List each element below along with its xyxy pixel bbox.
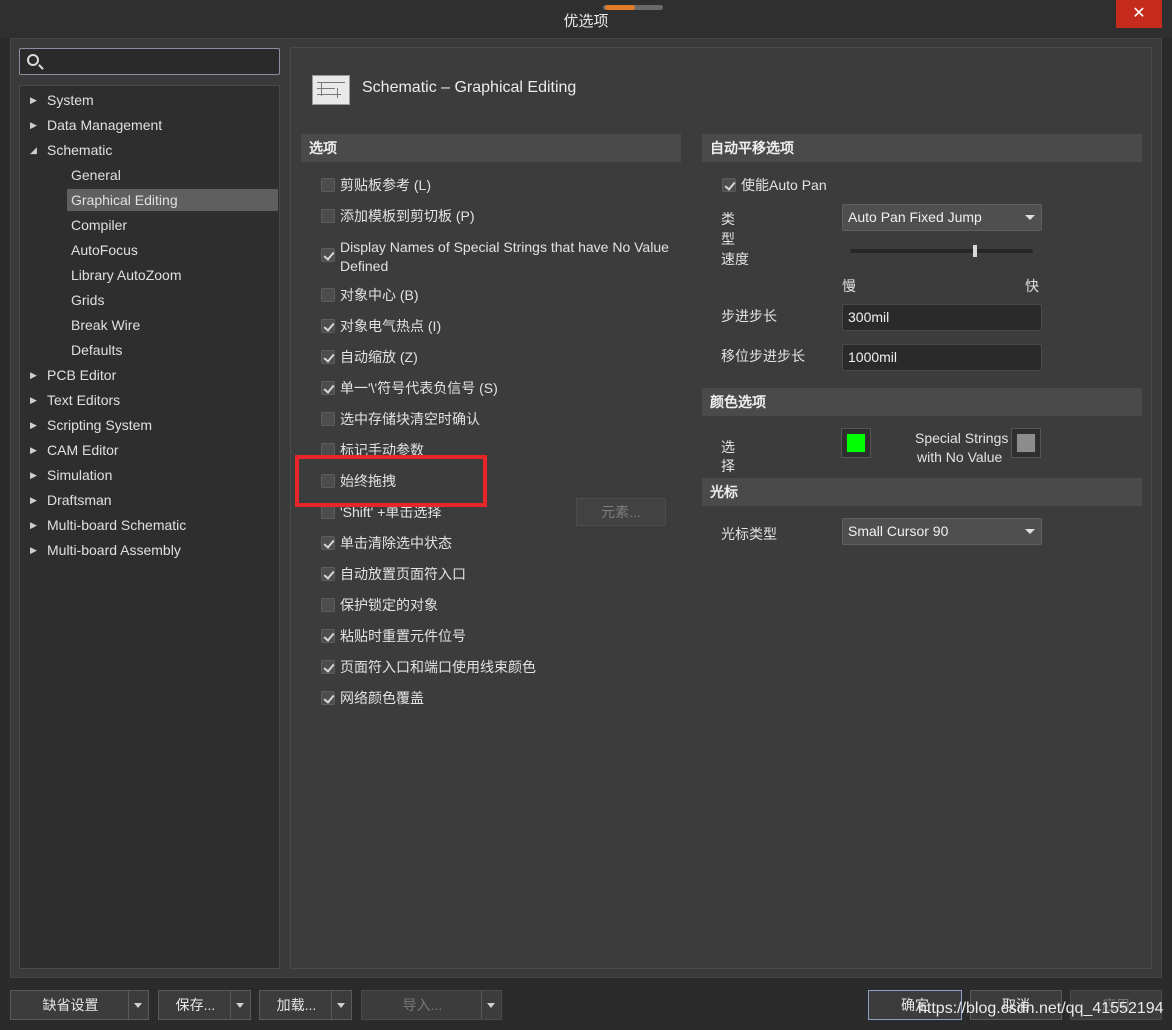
checkbox[interactable]	[321, 505, 335, 519]
chevron-down-icon	[1025, 215, 1035, 220]
window-title: 优选项	[563, 13, 609, 30]
chevron-down-icon[interactable]	[230, 991, 250, 1019]
tree-item-break-wire[interactable]: Break Wire	[67, 314, 278, 336]
selection-color-swatch[interactable]	[841, 428, 871, 458]
color-header: 颜色选项	[702, 388, 1142, 416]
page-title: Schematic – Graphical Editing	[362, 79, 577, 96]
speed-slider[interactable]	[850, 249, 1033, 253]
tree-item-cam-editor[interactable]: ▶ CAM Editor	[20, 439, 279, 461]
chevron-down-icon[interactable]	[128, 991, 148, 1019]
defaults-button[interactable]: 缺省设置	[10, 990, 149, 1020]
selection-color-label: 择	[721, 458, 735, 474]
tree-item-general[interactable]: General	[67, 164, 278, 186]
chevron-down-icon	[1025, 529, 1035, 534]
close-button[interactable]: ✕	[1116, 0, 1162, 28]
expand-arrow-icon[interactable]: ▶	[30, 439, 40, 461]
tree-item-pcb-editor[interactable]: ▶ PCB Editor	[20, 364, 279, 386]
tree-item-library-autozoom[interactable]: Library AutoZoom	[67, 264, 278, 286]
special-strings-label: Special Strings	[915, 430, 1009, 446]
tree-item-compiler[interactable]: Compiler	[67, 214, 278, 236]
special-strings-color-fill	[1016, 433, 1036, 453]
expand-arrow-icon[interactable]: ▶	[30, 514, 40, 536]
expand-arrow-icon[interactable]: ▶	[30, 389, 40, 411]
expand-arrow-icon[interactable]: ▶	[30, 114, 40, 136]
checkbox[interactable]	[321, 319, 335, 333]
shift-step-size-field[interactable]: 1000mil	[842, 344, 1042, 371]
expand-arrow-icon[interactable]: ▶	[30, 364, 40, 386]
special-strings-color-swatch[interactable]	[1011, 428, 1041, 458]
tree-item-multi-board-assembly[interactable]: ▶ Multi-board Assembly	[20, 539, 279, 561]
expand-arrow-icon[interactable]: ▶	[30, 89, 40, 111]
special-strings-label: with No Value	[917, 449, 1003, 465]
search-input[interactable]	[19, 48, 280, 75]
shift-step-size-label: 移位步进步长	[721, 348, 805, 364]
tree-item-scripting-system[interactable]: ▶ Scripting System	[20, 414, 279, 436]
checkbox[interactable]	[321, 660, 335, 674]
checkbox[interactable]	[722, 178, 736, 192]
checkbox[interactable]	[321, 412, 335, 426]
tree-item-grids[interactable]: Grids	[67, 289, 278, 311]
step-size-label: 步进步长	[721, 308, 777, 324]
tree-item-schematic[interactable]: ◢ Schematic	[20, 139, 279, 161]
tree-item-autofocus[interactable]: AutoFocus	[67, 239, 278, 261]
selection-color-label: 选	[721, 439, 735, 455]
expand-arrow-icon[interactable]: ▶	[30, 489, 40, 511]
checkbox[interactable]	[321, 567, 335, 581]
tree-item-multi-board-schematic[interactable]: ▶ Multi-board Schematic	[20, 514, 279, 536]
speed-slider-thumb[interactable]	[973, 245, 977, 257]
elements-button[interactable]: 元素...	[576, 498, 666, 526]
checkbox[interactable]	[321, 350, 335, 364]
chevron-down-icon[interactable]	[481, 991, 501, 1019]
slow-label: 慢	[842, 278, 856, 294]
tree-item-defaults[interactable]: Defaults	[67, 339, 278, 361]
options-header: 选项	[301, 134, 681, 162]
collapse-arrow-icon[interactable]: ◢	[30, 139, 40, 161]
checkbox[interactable]	[321, 248, 335, 262]
autopan-header: 自动平移选项	[702, 134, 1142, 162]
checkbox[interactable]	[321, 381, 335, 395]
title-bar: 优选项	[0, 0, 1172, 38]
tree-item-text-editors[interactable]: ▶ Text Editors	[20, 389, 279, 411]
search-icon	[27, 54, 39, 66]
type-label: 型	[721, 231, 735, 247]
checkbox[interactable]	[321, 598, 335, 612]
tree-item-simulation[interactable]: ▶ Simulation	[20, 464, 279, 486]
tree-item-graphical-editing[interactable]: Graphical Editing	[67, 189, 278, 211]
autopan-type-select[interactable]: Auto Pan Fixed Jump	[842, 204, 1042, 231]
cursor-type-select[interactable]: Small Cursor 90	[842, 518, 1042, 545]
watermark: https://blog.csdn.net/qq_41552194	[918, 1000, 1164, 1017]
tree-item-data-management[interactable]: ▶ Data Management	[20, 114, 279, 136]
expand-arrow-icon[interactable]: ▶	[30, 414, 40, 436]
selection-color-fill	[846, 433, 866, 453]
preferences-tree: ▶ System ▶ Data Management ◢ Schematic G…	[19, 85, 280, 969]
expand-arrow-icon[interactable]: ▶	[30, 539, 40, 561]
checkbox[interactable]	[321, 209, 335, 223]
speed-label: 速度	[721, 251, 749, 267]
fast-label: 快	[1025, 278, 1039, 294]
chevron-down-icon[interactable]	[331, 991, 351, 1019]
checkbox[interactable]	[321, 178, 335, 192]
tree-item-draftsman[interactable]: ▶ Draftsman	[20, 489, 279, 511]
import-button[interactable]: 导入...	[361, 990, 502, 1020]
save-button[interactable]: 保存...	[158, 990, 251, 1020]
load-button[interactable]: 加载...	[259, 990, 352, 1020]
cursor-type-label: 光标类型	[721, 526, 777, 542]
tree-item-system[interactable]: ▶ System	[20, 89, 279, 111]
type-label: 类	[721, 211, 735, 227]
highlight-annotation	[295, 455, 487, 507]
cursor-header: 光标	[702, 478, 1142, 506]
checkbox[interactable]	[321, 691, 335, 705]
schematic-page-icon	[312, 75, 350, 105]
checkbox[interactable]	[321, 536, 335, 550]
step-size-field[interactable]: 300mil	[842, 304, 1042, 331]
checkbox[interactable]	[321, 288, 335, 302]
expand-arrow-icon[interactable]: ▶	[30, 464, 40, 486]
checkbox[interactable]	[321, 629, 335, 643]
